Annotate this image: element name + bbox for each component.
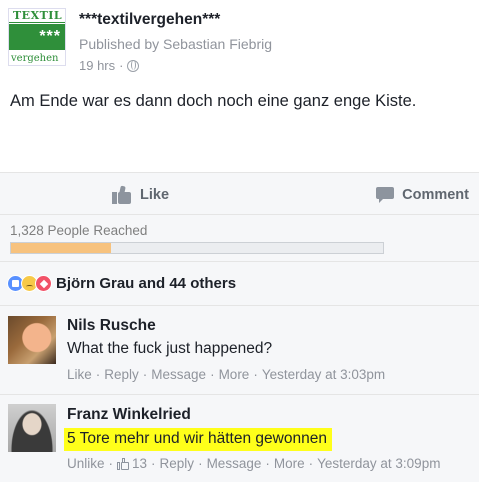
separator: · <box>253 367 258 382</box>
page-name-link[interactable]: ***textilvergehen*** <box>79 11 220 29</box>
avatar[interactable] <box>8 316 56 364</box>
comment-text-highlighted: 5 Tore mehr und wir hätten gewonnen <box>64 428 332 451</box>
like-button[interactable]: Like <box>112 173 169 216</box>
separator: · <box>95 367 101 382</box>
separator: · <box>198 456 203 471</box>
comment: Nils Rusche What the fuck just happened?… <box>0 306 479 395</box>
page-logo[interactable]: TEXTIL *** vergehen <box>8 8 66 66</box>
comment-bubble-icon <box>376 186 395 203</box>
reaction-names[interactable]: Björn Grau and 44 others <box>56 275 236 292</box>
thumbs-up-icon <box>112 185 132 204</box>
reactions-row[interactable]: Björn Grau and 44 others <box>0 262 479 306</box>
comment-button[interactable]: Comment <box>376 173 469 216</box>
comment-more-link[interactable]: More <box>219 367 250 382</box>
comment-text: What the fuck just happened? <box>67 340 273 357</box>
avatar[interactable] <box>8 404 56 452</box>
logo-text-top: TEXTIL <box>9 9 65 23</box>
comment-timestamp[interactable]: Yesterday at 3:09pm <box>317 456 440 471</box>
post-text: Am Ende war es dann doch noch eine ganz … <box>10 92 417 110</box>
comment-actions: Unlike · 13 · Reply · Message · More · Y… <box>67 456 440 471</box>
reach-progress-fill <box>11 243 112 253</box>
reach-text[interactable]: 1,328 People Reached <box>10 223 147 238</box>
comment-reply-link[interactable]: Reply <box>160 456 195 471</box>
post-timestamp[interactable]: 19 hrs <box>79 58 115 73</box>
comment-author[interactable]: Nils Rusche <box>67 317 156 335</box>
comment-author[interactable]: Franz Winkelried <box>67 406 191 424</box>
separator: · <box>210 367 215 382</box>
separator: · <box>151 456 156 471</box>
logo-text-bottom: vergehen <box>11 53 59 64</box>
comment-actions: Like · Reply · Message · More · Yesterda… <box>67 367 385 382</box>
post-header: TEXTIL *** vergehen ***textilvergehen***… <box>0 0 479 80</box>
logo-stars: *** <box>9 24 65 50</box>
separator: · <box>265 456 270 471</box>
post-meta: 19 hrs · <box>79 58 140 73</box>
comment-message-link[interactable]: Message <box>207 456 262 471</box>
comment-like-count[interactable]: 13 <box>132 456 147 471</box>
globe-icon[interactable] <box>127 59 140 72</box>
like-label: Like <box>140 186 170 203</box>
action-bar: Like Comment <box>0 172 479 215</box>
comment-reply-link[interactable]: Reply <box>104 367 139 382</box>
comment-message-link[interactable]: Message <box>151 367 206 382</box>
comment-label: Comment <box>402 186 469 203</box>
comment-timestamp[interactable]: Yesterday at 3:03pm <box>262 367 385 382</box>
separator: · <box>108 456 114 471</box>
reach-progress-bar <box>10 242 384 254</box>
separator: · <box>308 456 314 471</box>
meta-separator: · <box>119 58 124 73</box>
reach-area: 1,328 People Reached <box>0 215 479 262</box>
comment-unlike-link[interactable]: Unlike <box>67 456 105 471</box>
separator: · <box>142 367 148 382</box>
thumbs-up-icon <box>117 457 130 470</box>
comment-more-link[interactable]: More <box>274 456 305 471</box>
comment-like-link[interactable]: Like <box>67 367 92 382</box>
comment: Franz Winkelried 5 Tore mehr und wir hät… <box>0 395 479 482</box>
published-by: Published by Sebastian Fiebrig <box>79 36 273 52</box>
love-reaction-icon <box>35 275 52 292</box>
